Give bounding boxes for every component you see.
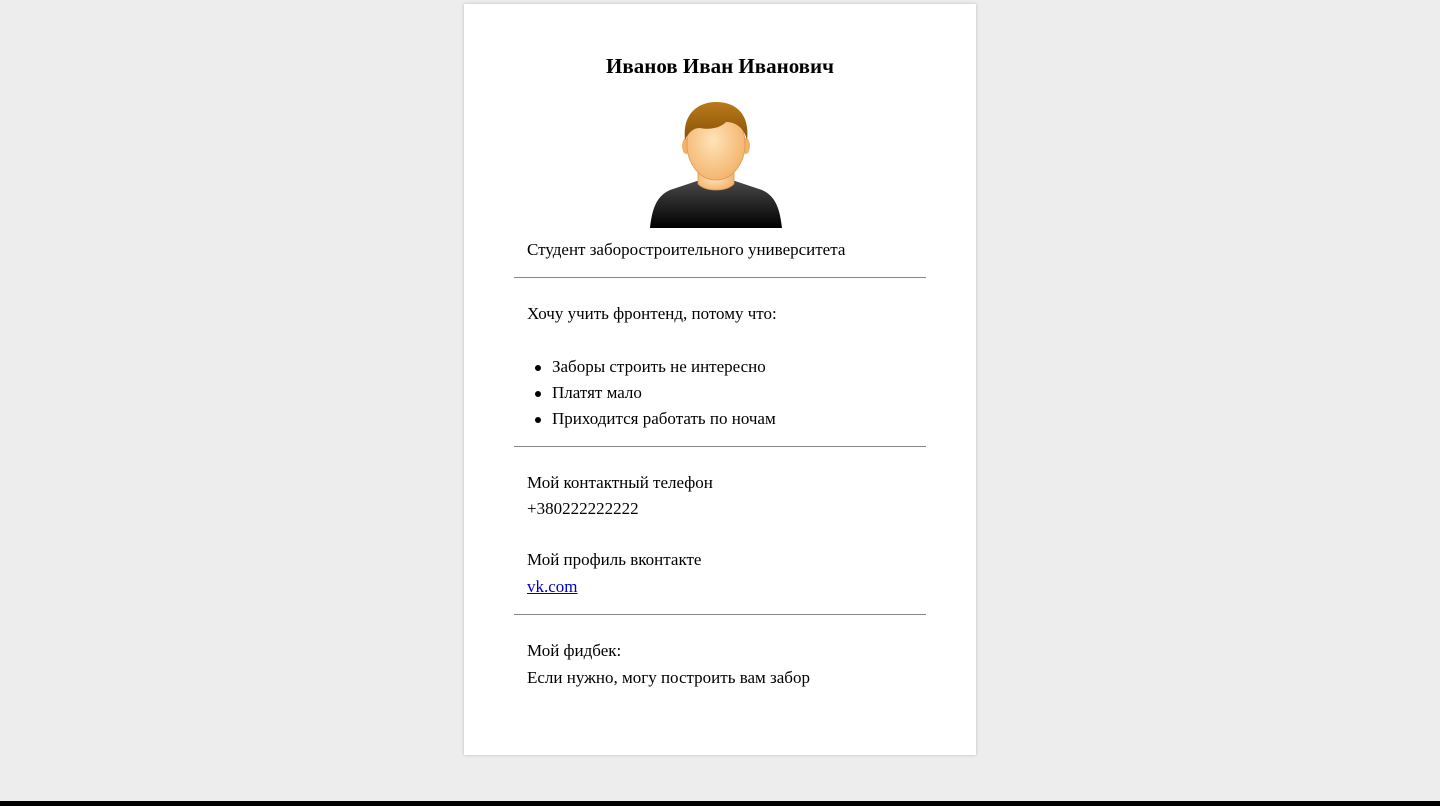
list-item: Заборы строить не интересно: [527, 354, 776, 380]
feedback-text: Если нужно, могу построить вам забор: [527, 668, 810, 687]
feedback-label: Мой фидбек:: [527, 641, 622, 660]
motivation-intro: Хочу учить фронтенд, потому что:: [527, 304, 777, 323]
page-title: Иванов Иван Иванович: [606, 54, 834, 78]
phone-number: +380222222222: [527, 499, 639, 518]
list-item: Платят мало: [527, 380, 776, 406]
divider: [514, 614, 926, 615]
vk-link-wrapper: vk.com: [527, 576, 578, 598]
phone-label: Мой контактный телефон: [527, 473, 713, 492]
bullet-icon: [535, 417, 541, 423]
bullet-icon: [535, 391, 541, 397]
divider: [514, 277, 926, 278]
divider: [514, 446, 926, 447]
profile-description: Студент заборостроительного университета: [527, 240, 846, 259]
bottom-edge-bar: [0, 801, 1440, 806]
list-item: Приходится работать по ночам: [527, 406, 776, 432]
vk-profile-link[interactable]: vk.com: [527, 577, 578, 596]
bullet-icon: [535, 365, 541, 371]
profile-card: Иванов Иван Иванович Студент заборострои…: [464, 4, 976, 755]
user-avatar-icon: [650, 102, 782, 228]
reasons-list: Заборы строить не интересно Платят мало …: [527, 354, 776, 432]
vk-label: Мой профиль вконтакте: [527, 550, 702, 569]
